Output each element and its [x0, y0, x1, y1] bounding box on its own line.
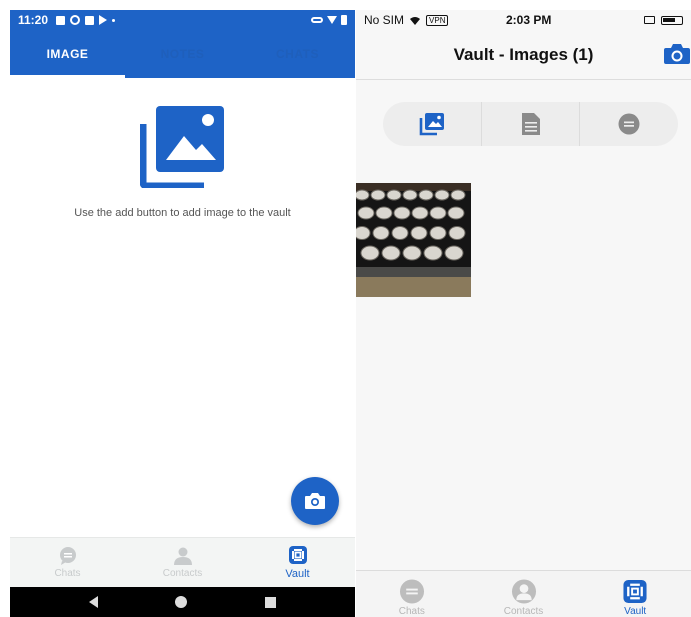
carrier-group: No SIM VPN — [364, 13, 449, 27]
dot-icon — [112, 18, 116, 22]
android-bottom-nav: Chats Contacts Vault — [10, 537, 355, 587]
battery-icon — [341, 15, 347, 25]
notes-icon — [521, 113, 540, 135]
nav-contacts[interactable]: Contacts — [125, 538, 240, 587]
tab-bar-chats-label: Chats — [398, 606, 425, 617]
status-system-icons — [311, 15, 347, 25]
play-icon — [99, 15, 108, 25]
vault-icon — [288, 546, 307, 564]
android-system-nav — [10, 587, 355, 617]
tab-image[interactable]: IMAGE — [10, 30, 125, 78]
ios-screen: No SIM VPN 2:03 PM Vault - Images (1) Ch… — [356, 10, 691, 617]
person-icon — [511, 579, 536, 604]
camera-icon — [305, 493, 325, 509]
content-type-segmented-control — [383, 102, 678, 146]
vault-icon — [623, 579, 647, 604]
vault-image-thumbnail[interactable] — [356, 183, 471, 297]
images-icon — [419, 113, 444, 136]
tab-notes[interactable]: NOTES — [125, 30, 240, 78]
android-tab-bar: IMAGE NOTES CHATS — [10, 30, 355, 78]
typewriter-photo — [356, 183, 471, 297]
tab-chats-label: CHATS — [276, 47, 319, 61]
android-status-bar: 11:20 — [10, 10, 355, 30]
chat-bubble-icon — [399, 579, 424, 604]
home-icon[interactable] — [175, 596, 188, 608]
segment-chats[interactable] — [580, 102, 678, 146]
empty-state-message: Use the add button to add image to the v… — [74, 207, 291, 219]
screen-mirror-icon — [644, 16, 655, 24]
camera-button[interactable] — [663, 43, 691, 70]
chat-bubble-icon — [618, 113, 640, 135]
android-status-time: 11:20 — [18, 13, 49, 27]
camera-icon — [664, 44, 690, 64]
nav-chats-label: Chats — [54, 567, 81, 579]
nav-vault[interactable]: Vault — [240, 538, 355, 587]
segment-images[interactable] — [383, 102, 482, 146]
ios-status-right — [644, 15, 683, 25]
image-gallery-icon — [139, 102, 227, 190]
tab-bar-chats[interactable]: Chats — [356, 571, 468, 617]
battery-icon — [661, 15, 683, 25]
tab-image-label: IMAGE — [46, 47, 89, 61]
tab-chats[interactable]: CHATS — [240, 30, 355, 78]
tab-notes-label: NOTES — [160, 47, 205, 61]
carrier-label: No SIM — [364, 13, 405, 27]
person-icon — [173, 547, 192, 565]
segment-notes[interactable] — [482, 102, 581, 146]
add-image-button[interactable] — [291, 477, 339, 525]
notification-icon — [56, 15, 66, 25]
tab-bar-contacts-label: Contacts — [503, 606, 544, 617]
tab-bar-contacts[interactable]: Contacts — [468, 571, 580, 617]
ios-navigation-bar: Vault - Images (1) — [356, 30, 691, 80]
nav-vault-label: Vault — [285, 568, 310, 580]
recents-icon[interactable] — [265, 596, 277, 608]
nav-contacts-label: Contacts — [162, 567, 203, 579]
chat-bubble-icon — [59, 546, 76, 565]
ios-status-time: 2:03 PM — [506, 13, 552, 27]
tab-bar-vault[interactable]: Vault — [579, 571, 691, 617]
screenshot-stage: 11:20 IMAGE NOTES CHATS Use the add butt… — [0, 0, 691, 617]
wifi-icon — [410, 16, 421, 25]
tab-bar-vault-label: Vault — [624, 606, 647, 617]
nav-chats[interactable]: Chats — [10, 538, 125, 587]
vpn-key-icon — [311, 17, 323, 23]
message-icon — [85, 15, 95, 25]
page-title: Vault - Images (1) — [453, 44, 594, 64]
wifi-icon — [327, 16, 337, 24]
back-icon[interactable] — [88, 596, 98, 608]
android-screen: 11:20 IMAGE NOTES CHATS Use the add butt… — [10, 10, 355, 617]
vpn-badge: VPN — [426, 14, 449, 26]
location-icon — [70, 15, 81, 25]
status-notification-icons — [56, 15, 116, 25]
ios-tab-bar: Chats Contacts Vault — [356, 570, 691, 617]
ios-status-bar: No SIM VPN 2:03 PM — [356, 10, 691, 30]
